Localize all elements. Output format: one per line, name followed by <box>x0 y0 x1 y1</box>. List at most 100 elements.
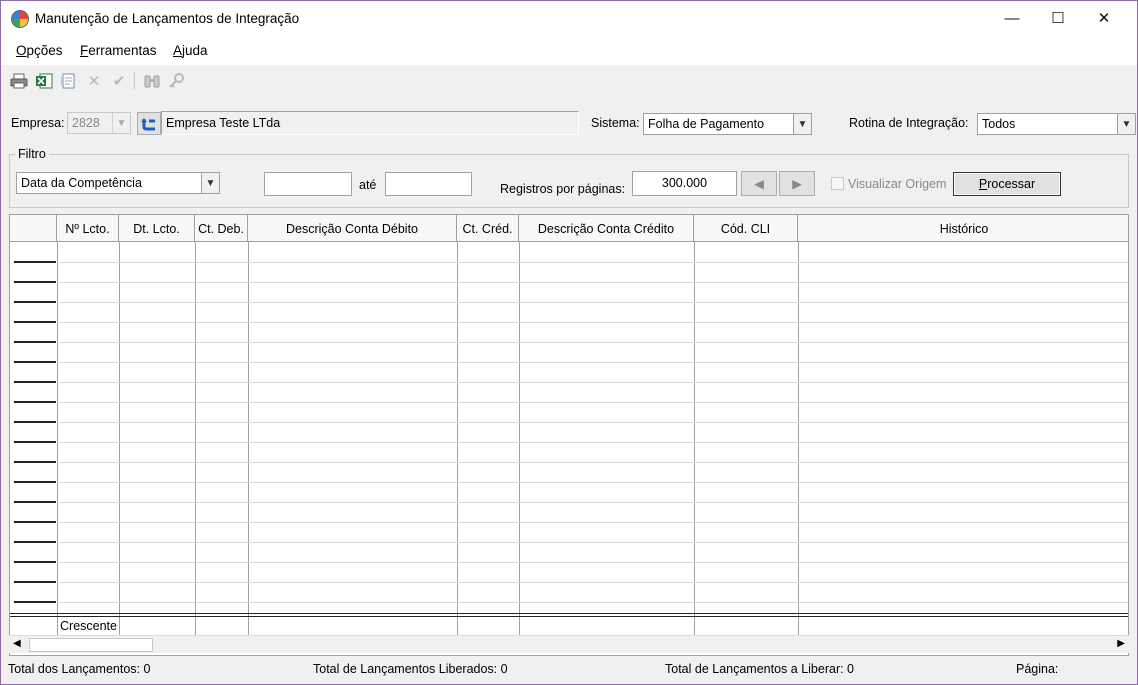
col-header-cod-cli[interactable]: Cód. CLI <box>694 215 798 242</box>
grid-row-divider <box>57 562 1128 563</box>
row-indicator-line <box>14 321 56 323</box>
menu-ferramentas[interactable]: Ferramentas <box>80 43 157 58</box>
main-window: Manutenção de Lançamentos de Integração … <box>0 0 1138 685</box>
key-button[interactable] <box>166 70 188 92</box>
minimize-button[interactable]: — <box>989 1 1035 35</box>
row-indicator-line <box>14 341 56 343</box>
empresa-lookup-button[interactable] <box>137 112 161 135</box>
row-indicator-line <box>14 401 56 403</box>
date-from-input[interactable] <box>264 172 352 196</box>
row-indicator-line <box>14 381 56 383</box>
col-header-n-lcto[interactable]: Nº Lcto. <box>57 215 119 242</box>
key-icon <box>169 73 184 88</box>
col-header-desc-credito[interactable]: Descrição Conta Crédito <box>519 215 694 242</box>
toolbar: ✕ ✔ <box>1 65 1137 97</box>
row-indicator-line <box>14 541 56 543</box>
close-button[interactable]: ✕ <box>1081 1 1127 35</box>
grid-row-divider <box>57 262 1128 263</box>
next-page-button[interactable]: ▶ <box>779 171 815 196</box>
row-indicator-line <box>14 421 56 423</box>
grid-row-divider <box>57 382 1128 383</box>
visualizar-origem-checkbox[interactable] <box>831 177 844 190</box>
rotina-label: Rotina de Integração: <box>849 116 969 130</box>
col-header-desc-debito[interactable]: Descrição Conta Débito <box>248 215 457 242</box>
grid-header: Nº Lcto. Dt. Lcto. Ct. Deb. Descrição Co… <box>10 215 1128 242</box>
row-indicator-line <box>14 481 56 483</box>
grid-row-divider <box>57 602 1128 603</box>
confirm-button[interactable]: ✔ <box>108 70 130 92</box>
menu-bar: Opções Ferramentas Ajuda <box>1 37 1137 65</box>
empresa-label: Empresa: <box>11 116 65 130</box>
grid-row-divider <box>57 462 1128 463</box>
excel-export-button[interactable] <box>33 70 55 92</box>
rotina-value: Todos <box>982 117 1016 131</box>
row-indicator-line <box>14 361 56 363</box>
grid-row-divider <box>57 342 1128 343</box>
col-header-ct-deb[interactable]: Ct. Deb. <box>195 215 248 242</box>
window-title: Manutenção de Lançamentos de Integração <box>35 11 300 26</box>
sistema-select[interactable]: Folha de Pagamento ▼ <box>643 113 812 135</box>
grid-footer-separator <box>10 616 1128 617</box>
row-indicator-line <box>14 601 56 603</box>
grid-row-divider <box>57 422 1128 423</box>
document-button[interactable] <box>58 70 80 92</box>
empresa-code-value: 2828 <box>72 116 100 130</box>
grid-row-divider <box>57 362 1128 363</box>
scroll-left-icon[interactable]: ◀ <box>13 638 21 649</box>
grid-row-divider <box>57 442 1128 443</box>
scroll-thumb[interactable] <box>29 638 153 652</box>
status-liberados: Total de Lançamentos Liberados: 0 <box>313 662 508 676</box>
chevron-right-icon: ▶ <box>792 177 802 191</box>
col-header-historico[interactable]: Histórico <box>798 215 1128 242</box>
registros-label: Registros por páginas: <box>500 182 626 196</box>
title-bar: Manutenção de Lançamentos de Integração … <box>1 1 1137 37</box>
app-logo-icon <box>11 10 29 28</box>
rotina-select[interactable]: Todos ▼ <box>977 113 1136 135</box>
horizontal-scrollbar[interactable]: ◀ ▶ <box>9 635 1129 653</box>
row-indicator-header <box>10 215 57 242</box>
scroll-right-icon[interactable]: ▶ <box>1117 638 1125 649</box>
menu-opcoes[interactable]: Opções <box>16 43 63 58</box>
empresa-code-combo[interactable]: 2828 ▼ <box>67 112 131 134</box>
date-to-input[interactable] <box>385 172 472 196</box>
minimize-icon: — <box>1004 9 1020 27</box>
filtro-field-select[interactable]: Data da Competência ▼ <box>16 172 220 194</box>
row-indicator-line <box>14 441 56 443</box>
row-indicator-line <box>14 461 56 463</box>
grid-column-divider <box>119 242 120 635</box>
grid-column-divider <box>798 242 799 635</box>
lancamentos-grid[interactable]: Nº Lcto. Dt. Lcto. Ct. Deb. Descrição Co… <box>9 214 1129 656</box>
grid-row-divider <box>57 302 1128 303</box>
sistema-value: Folha de Pagamento <box>648 117 765 131</box>
document-icon <box>61 73 75 89</box>
row-indicator-line <box>14 581 56 583</box>
grid-column-divider <box>57 242 58 635</box>
col-header-ct-cred[interactable]: Ct. Créd. <box>457 215 519 242</box>
status-total: Total dos Lançamentos: 0 <box>8 662 151 676</box>
grid-column-divider <box>694 242 695 635</box>
processar-button[interactable]: Processar <box>953 172 1061 196</box>
status-a-liberar: Total de Lançamentos a Liberar: 0 <box>665 662 855 676</box>
menu-ajuda[interactable]: Ajuda <box>173 43 208 58</box>
maximize-button[interactable]: ☐ <box>1035 1 1081 35</box>
row-indicator-line <box>14 561 56 563</box>
filtro-field-value: Data da Competência <box>21 176 142 190</box>
excel-export-icon <box>36 73 53 89</box>
grid-row-divider <box>57 582 1128 583</box>
grid-column-divider <box>248 242 249 635</box>
col-header-dt-lcto[interactable]: Dt. Lcto. <box>119 215 195 242</box>
search-button[interactable] <box>141 70 163 92</box>
grid-row-divider <box>57 282 1128 283</box>
previous-page-button[interactable]: ◀ <box>741 171 777 196</box>
chevron-down-icon: ▼ <box>112 113 130 133</box>
print-button[interactable] <box>8 70 30 92</box>
chevron-left-icon: ◀ <box>754 177 764 191</box>
grid-footer-separator <box>10 613 1128 614</box>
row-indicator-line <box>14 301 56 303</box>
grid-column-divider <box>519 242 520 635</box>
row-indicator-line <box>14 281 56 283</box>
grid-row-divider <box>57 482 1128 483</box>
registros-input[interactable]: 300.000 <box>632 171 737 196</box>
delete-button[interactable]: ✕ <box>83 70 105 92</box>
visualizar-origem-label: Visualizar Origem <box>848 177 947 191</box>
